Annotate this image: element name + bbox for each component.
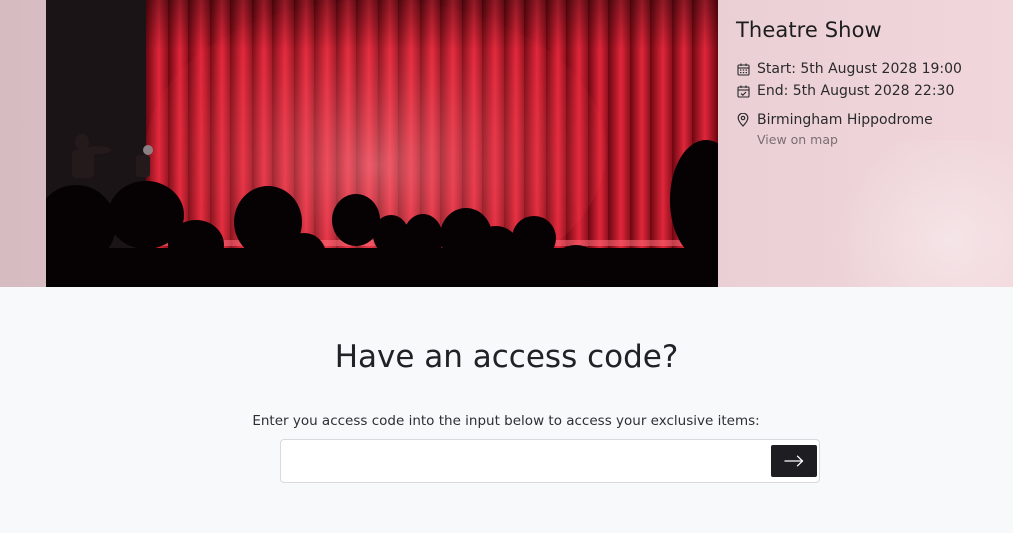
access-code-form <box>280 439 820 483</box>
event-hero: Theatre Show Start: 5th August 2028 19:0… <box>0 0 1013 287</box>
event-end: End: 5th August 2028 22:30 <box>736 80 1006 102</box>
event-venue-text: Birmingham Hippodrome <box>757 112 933 128</box>
event-venue: Birmingham Hippodrome <box>736 109 1006 131</box>
arrow-right-icon <box>784 455 804 467</box>
calendar-check-icon <box>736 84 750 98</box>
event-image <box>46 0 718 287</box>
view-on-map-link[interactable]: View on map <box>757 131 1006 149</box>
access-code-description: Enter you access code into the input bel… <box>252 412 760 429</box>
event-start-text: Start: 5th August 2028 19:00 <box>757 61 962 77</box>
event-title: Theatre Show <box>736 18 882 42</box>
event-end-text: End: 5th August 2028 22:30 <box>757 83 955 99</box>
access-code-section: Have an access code? Enter you access co… <box>0 287 1013 533</box>
access-code-heading: Have an access code? <box>334 339 679 375</box>
event-start: Start: 5th August 2028 19:00 <box>736 58 1006 80</box>
event-details: Theatre Show Start: 5th August 2028 19:0… <box>736 16 1006 149</box>
submit-access-code-button[interactable] <box>771 445 817 477</box>
calendar-icon <box>736 62 750 76</box>
access-code-input[interactable] <box>281 440 761 482</box>
location-pin-icon <box>736 113 750 127</box>
hero-glow <box>820 140 1013 287</box>
